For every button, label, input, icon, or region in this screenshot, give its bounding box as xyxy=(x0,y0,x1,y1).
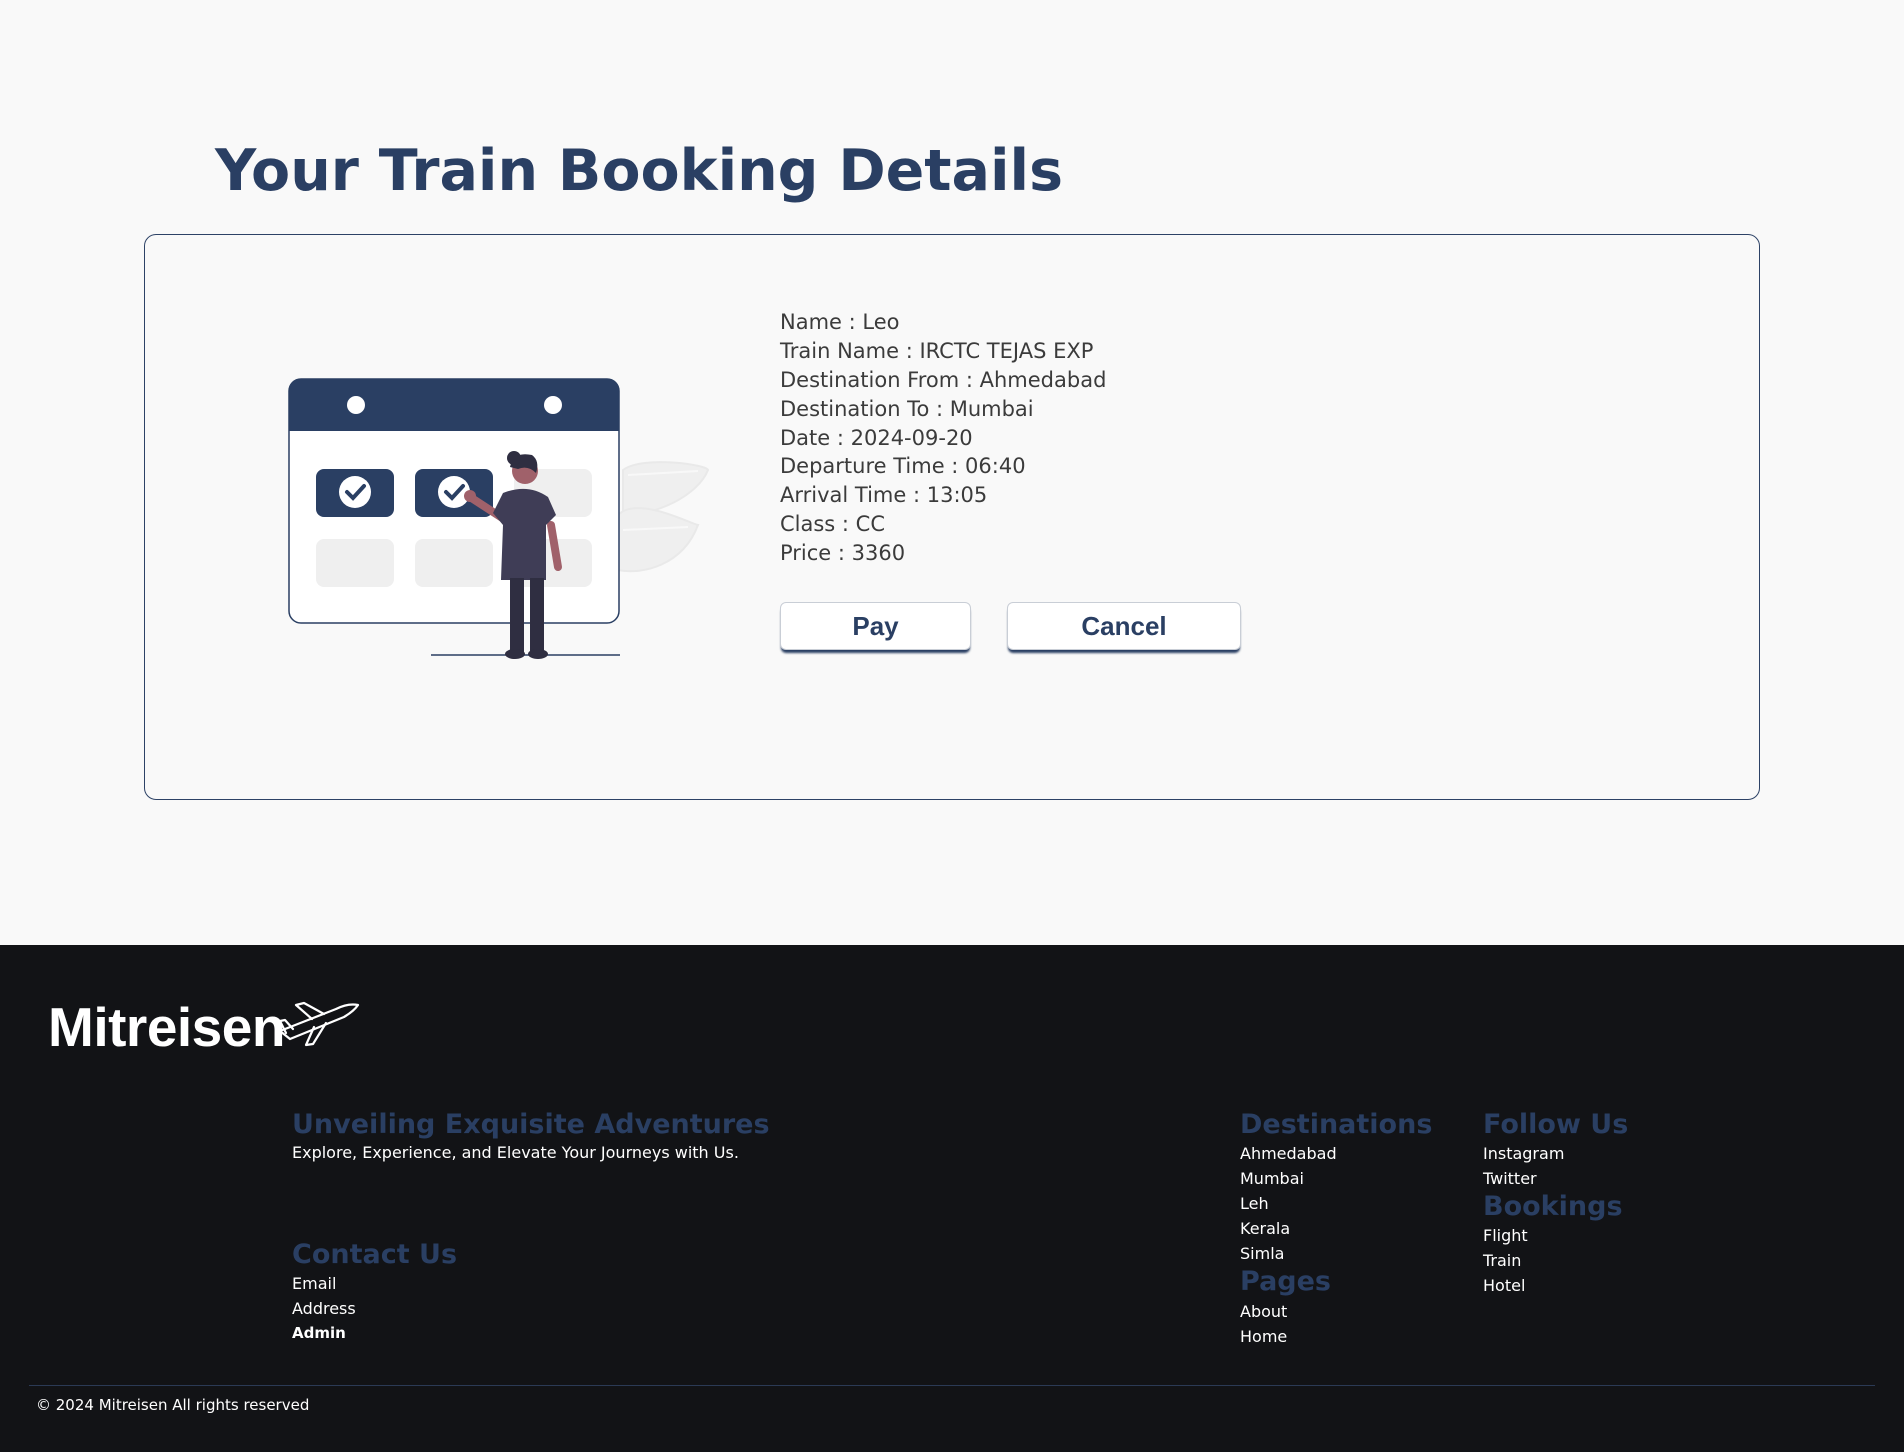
copyright-text: © 2024 Mitreisen All rights reserved xyxy=(36,1396,310,1414)
page-title: Your Train Booking Details xyxy=(215,138,1064,204)
pages-title: Pages xyxy=(1240,1266,1331,1297)
detail-destination-from: Destination From : Ahmedabad xyxy=(780,367,1107,392)
contact-link-admin[interactable]: Admin xyxy=(292,1321,356,1346)
check-icon xyxy=(438,476,470,508)
booking-link-train[interactable]: Train xyxy=(1483,1248,1528,1273)
pay-button[interactable]: Pay xyxy=(780,602,971,650)
detail-date: Date : 2024-09-20 xyxy=(780,425,973,450)
bookings-list: Flight Train Hotel xyxy=(1483,1223,1528,1298)
leaf-decoration xyxy=(617,461,710,573)
follow-title: Follow Us xyxy=(1483,1109,1629,1140)
detail-arrival-time: Arrival Time : 13:05 xyxy=(780,483,988,508)
airplane-icon xyxy=(278,1001,360,1047)
follow-list: Instagram Twitter xyxy=(1483,1141,1564,1191)
brand-name: Mitreisen xyxy=(48,996,285,1058)
social-link-twitter[interactable]: Twitter xyxy=(1483,1166,1564,1191)
tagline-text: Explore, Experience, and Elevate Your Jo… xyxy=(292,1143,739,1162)
pages-list: About Home xyxy=(1240,1299,1287,1349)
brand-logo[interactable]: Mitreisen xyxy=(48,996,360,1058)
detail-train-name: Train Name : IRCTC TEJAS EXP xyxy=(780,338,1094,363)
destination-link-leh[interactable]: Leh xyxy=(1240,1191,1337,1216)
detail-class: Class : CC xyxy=(780,512,885,537)
detail-price: Price : 3360 xyxy=(780,541,906,566)
booking-link-hotel[interactable]: Hotel xyxy=(1483,1273,1528,1298)
booking-details: Name : Leo Train Name : IRCTC TEJAS EXP … xyxy=(780,308,1106,568)
contact-link-email[interactable]: Email xyxy=(292,1271,356,1296)
destination-link-mumbai[interactable]: Mumbai xyxy=(1240,1166,1337,1191)
destinations-list: Ahmedabad Mumbai Leh Kerala Simla xyxy=(1240,1141,1337,1266)
detail-name: Name : Leo xyxy=(780,310,900,334)
booking-link-flight[interactable]: Flight xyxy=(1483,1223,1528,1248)
contact-link-address[interactable]: Address xyxy=(292,1296,356,1321)
tagline-title: Unveiling Exquisite Adventures xyxy=(292,1109,770,1140)
detail-destination-to: Destination To : Mumbai xyxy=(780,396,1034,421)
footer-divider xyxy=(29,1385,1875,1386)
social-link-instagram[interactable]: Instagram xyxy=(1483,1141,1564,1166)
detail-departure-time: Departure Time : 06:40 xyxy=(780,454,1026,479)
contact-title: Contact Us xyxy=(292,1239,458,1270)
footer: Mitreisen Unveiling Exquisite Adventures… xyxy=(0,945,1904,1452)
destinations-title: Destinations xyxy=(1240,1109,1433,1140)
page-link-home[interactable]: Home xyxy=(1240,1324,1287,1349)
calendar-booking-illustration xyxy=(288,378,710,659)
contact-list: Email Address Admin xyxy=(292,1271,356,1346)
destination-link-kerala[interactable]: Kerala xyxy=(1240,1216,1337,1241)
page-link-about[interactable]: About xyxy=(1240,1299,1287,1324)
destination-link-ahmedabad[interactable]: Ahmedabad xyxy=(1240,1141,1337,1166)
cancel-button[interactable]: Cancel xyxy=(1007,602,1241,650)
destination-link-simla[interactable]: Simla xyxy=(1240,1241,1337,1266)
bookings-title: Bookings xyxy=(1483,1191,1623,1222)
check-icon xyxy=(339,476,371,508)
